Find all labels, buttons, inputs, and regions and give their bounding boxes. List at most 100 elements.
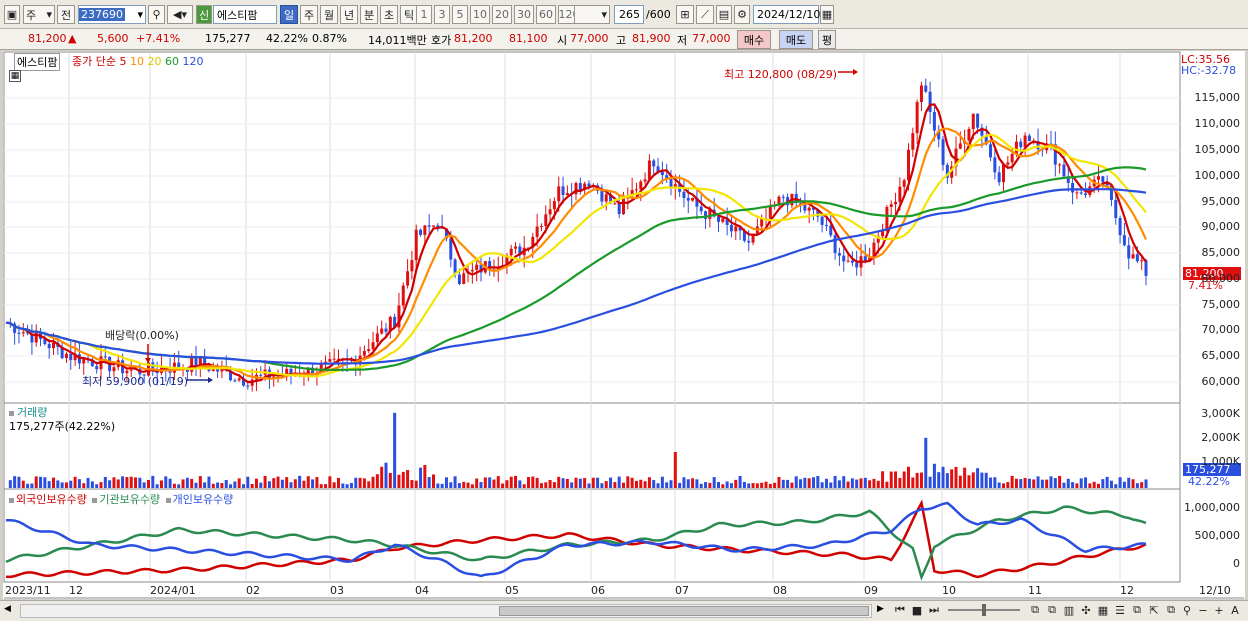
volume-bar (617, 476, 621, 488)
volume-bar (1023, 477, 1027, 488)
candle-body (643, 179, 647, 182)
volume-bar (289, 482, 293, 488)
volume-bar (345, 484, 349, 488)
volume-bar (272, 478, 276, 488)
table-icon[interactable]: ▦ (9, 70, 21, 82)
volume-bar (90, 481, 94, 488)
volume-bar (354, 477, 358, 488)
volume-bar (30, 483, 34, 488)
institution-series[interactable]: 기관보유수량 (99, 493, 160, 506)
volume-bar (341, 483, 345, 488)
candle-body (734, 226, 738, 232)
volume-bar (527, 477, 530, 488)
volume-bar (600, 483, 604, 488)
volume-bar (172, 483, 176, 488)
volume-bar (596, 477, 600, 488)
window2-icon[interactable]: ⧉ (1130, 603, 1144, 617)
holding-legend[interactable]: 외국인보유수량 기관보유수량 개인보유수량 (9, 491, 233, 507)
volume-bar (332, 482, 336, 488)
copy2-icon[interactable]: ⧉ (1045, 603, 1059, 617)
cross-icon[interactable]: ✣ (1079, 603, 1093, 617)
volume-bar (121, 476, 125, 488)
volume-bar (859, 478, 863, 488)
scrollbar-thumb[interactable] (499, 606, 869, 616)
forward-icon[interactable]: ⏭ (927, 603, 941, 617)
scroll-left-icon[interactable]: ◀ (4, 604, 16, 618)
volume-bar (397, 474, 401, 488)
volume-bar (367, 481, 371, 488)
volume-bar (1014, 478, 1018, 488)
volume-bar (777, 477, 781, 488)
volume-bar (254, 478, 258, 488)
stop-icon[interactable]: ■ (910, 603, 924, 617)
candle-body (993, 157, 997, 173)
candle-body (406, 271, 410, 286)
volume-bar (505, 480, 509, 488)
stock-legend[interactable]: 에스티팜 (14, 53, 61, 71)
copy-icon[interactable]: ⧉ (1028, 603, 1042, 617)
volume-bar (371, 476, 375, 488)
volume-bar (95, 484, 99, 488)
foreign-series[interactable]: 외국인보유수량 (16, 493, 87, 506)
chart-canvas[interactable] (0, 0, 1248, 621)
minus-icon[interactable]: − (1196, 603, 1210, 617)
volume-bar (185, 477, 189, 488)
individual-series[interactable]: 개인보유수량 (173, 493, 234, 506)
y-tick: 3,000K (1201, 407, 1240, 420)
volume-bar (760, 482, 764, 488)
candle-body (129, 369, 133, 371)
candle-body (820, 216, 824, 225)
panel-marker (9, 411, 14, 416)
candle-body (1135, 254, 1139, 262)
ma-legend[interactable]: 종가 단순 5 10 20 60 120 (72, 53, 203, 69)
candle-body (976, 113, 980, 128)
volume-bar (69, 480, 73, 488)
zoom-thumb[interactable] (982, 604, 986, 616)
font-icon[interactable]: A (1228, 603, 1242, 617)
volume-bar (587, 483, 591, 488)
volume-bar (755, 483, 759, 488)
candle-body (717, 216, 720, 222)
candle-body (1122, 235, 1126, 246)
volume-bar (902, 471, 906, 488)
zoom-slider[interactable] (948, 604, 1020, 616)
volume-bar (142, 482, 146, 488)
volume-bar (1075, 483, 1079, 488)
list-icon[interactable]: ☰ (1113, 603, 1127, 617)
volume-bar (99, 482, 103, 488)
cursor-icon[interactable]: ⇱ (1147, 603, 1161, 617)
volume-bar (924, 437, 928, 488)
candle-body (380, 328, 384, 334)
volume-bar (1040, 479, 1044, 488)
bars-icon[interactable]: ▥ (1062, 603, 1076, 617)
plus-icon[interactable]: + (1212, 603, 1226, 617)
candle-body (112, 367, 116, 372)
grid2-icon[interactable]: ▦ (1096, 603, 1110, 617)
volume-bar (958, 475, 962, 488)
volume-bar (868, 480, 872, 488)
volume-bar (820, 482, 824, 488)
volume-bar (147, 479, 150, 488)
candle-body (691, 197, 695, 201)
volume-bar (842, 476, 846, 488)
candle-body (1023, 135, 1027, 148)
holding-line-2 (5, 501, 1147, 578)
candle-body (419, 229, 423, 235)
scrollbar-track[interactable] (20, 604, 872, 618)
rewind-icon[interactable]: ⏮ (893, 603, 907, 617)
layers-icon[interactable]: ⧉ (1164, 603, 1178, 617)
volume-bar (950, 469, 954, 488)
volume-bar (803, 477, 807, 488)
volume-bar (462, 481, 466, 488)
x-tick: 12 (1120, 584, 1134, 597)
volume-bar (285, 477, 289, 488)
volume-bar (259, 482, 263, 488)
candle-body (17, 332, 21, 334)
x-tick: 11 (1028, 584, 1042, 597)
candle-body (1027, 135, 1031, 141)
zoom-icon[interactable]: ⚲ (1180, 603, 1194, 617)
scroll-right-icon[interactable]: ▶ (877, 604, 889, 618)
volume-bar (211, 483, 215, 488)
volume-bar (824, 478, 828, 488)
candle-body (259, 374, 263, 376)
